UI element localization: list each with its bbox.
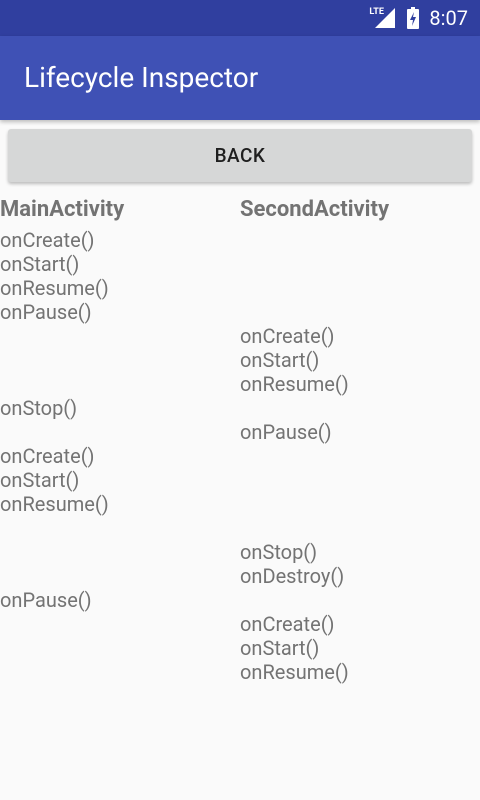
log-entry: onCreate() [0, 444, 95, 468]
log-entry: onStop() [240, 540, 318, 564]
log-entry: onResume() [0, 492, 109, 516]
log-entry [0, 420, 240, 444]
log-entry [240, 444, 480, 468]
log-entry [240, 276, 480, 300]
log-entry [240, 396, 480, 420]
log-entry: onResume() [240, 372, 349, 396]
log-entry [240, 588, 480, 612]
log-entry: onDestroy() [240, 564, 345, 588]
signal-icon: LTE [369, 6, 397, 30]
log-entry: onPause() [0, 588, 92, 612]
log-entry: onResume() [240, 660, 349, 684]
log-entry [0, 612, 240, 636]
log-entry [240, 516, 480, 540]
main-activity-log: onCreate() onStart() onResume() onPause() on… [0, 228, 240, 684]
status-time: 8:07 [429, 6, 468, 30]
log-entry: onCreate() [240, 612, 335, 636]
main-activity-header: MainActivity [0, 197, 125, 222]
log-entry [240, 468, 480, 492]
log-entry [0, 372, 240, 396]
log-entry [240, 300, 480, 324]
log-entry [240, 228, 480, 252]
log-entry: onPause() [0, 300, 92, 324]
app-title: Lifecycle Inspector [24, 61, 259, 94]
log-entry [0, 660, 240, 684]
second-activity-header: SecondActivity [240, 197, 390, 222]
log-entry [0, 636, 240, 660]
log-entry [240, 252, 480, 276]
main-activity-column: MainActivity onCreate() onStart() onResume… [0, 196, 240, 684]
app-bar: Lifecycle Inspector [0, 36, 480, 120]
battery-charging-icon [407, 7, 420, 29]
log-entry: onStart() [240, 636, 320, 660]
log-entry: onStart() [0, 252, 80, 276]
second-activity-column: SecondActivity onCreate() onStart() onResu… [240, 196, 480, 684]
log-entry [0, 564, 240, 588]
log-entry [240, 492, 480, 516]
log-entry: onCreate() [0, 228, 95, 252]
status-bar: LTE 8:07 [0, 0, 480, 36]
back-button[interactable]: BACK [8, 129, 472, 182]
log-entry [0, 516, 240, 540]
status-icons: LTE 8:07 [369, 0, 468, 36]
log-entry [0, 540, 240, 564]
log-entry: onStart() [240, 348, 320, 372]
log-entry: onResume() [0, 276, 109, 300]
second-activity-log: onCreate() onStart() onResume() onPause() on… [240, 228, 480, 684]
log-entry [0, 348, 240, 372]
log-entry: onCreate() [240, 324, 335, 348]
log-entry: onStart() [0, 468, 80, 492]
log-entry: onPause() [240, 420, 332, 444]
log-entry: onStop() [0, 396, 78, 420]
log-entry [0, 324, 240, 348]
